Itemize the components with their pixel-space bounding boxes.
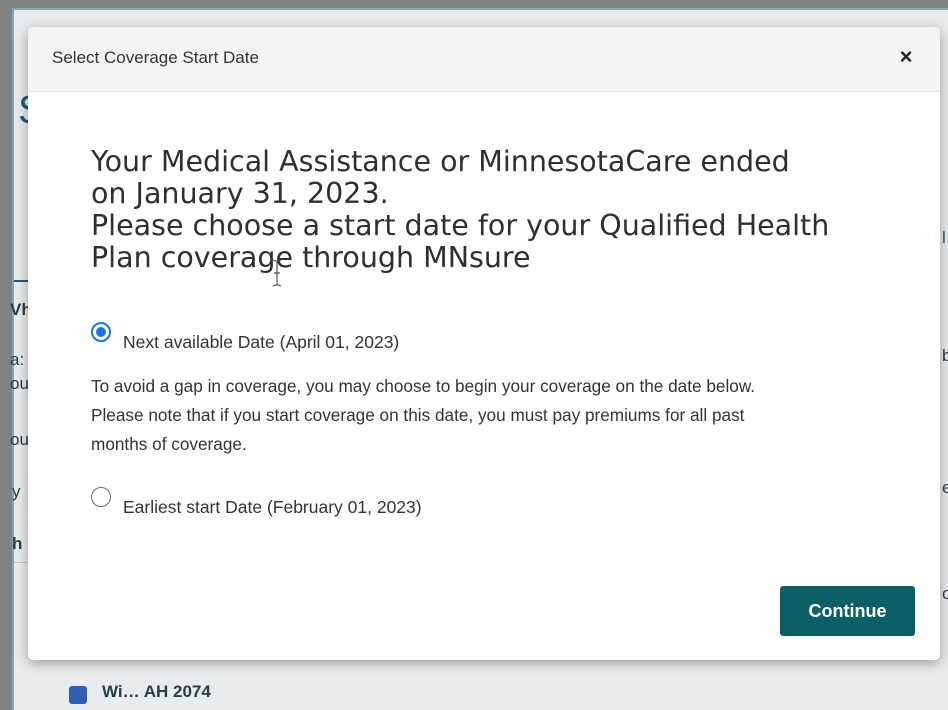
next-available-label[interactable]: Next available Date (April 01, 2023): [123, 332, 399, 353]
dialog-title: Select Coverage Start Date: [52, 48, 259, 67]
background-text: h: [12, 534, 23, 553]
background-text: b: [942, 346, 948, 365]
option-earliest-start[interactable]: Earliest start Date (February 01, 2023): [91, 487, 422, 518]
background-text: l: [942, 228, 946, 247]
continue-button[interactable]: Continue: [780, 586, 915, 636]
background-text: e: [942, 478, 948, 497]
note-line: To avoid a gap in coverage, you may choo…: [91, 376, 756, 396]
dialog-headline: Your Medical Assistance or MinnesotaCare…: [91, 146, 911, 274]
background-text: ou: [10, 430, 29, 449]
next-available-radio[interactable]: [91, 322, 111, 342]
earliest-start-label[interactable]: Earliest start Date (February 01, 2023): [123, 497, 422, 518]
headline-line: Please choose a start date for your Qual…: [91, 209, 830, 242]
coverage-start-date-dialog: Select Coverage Start Date × Your Medica…: [28, 27, 940, 660]
background-text: o: [942, 584, 948, 603]
headline-line: Your Medical Assistance or MinnesotaCare…: [91, 145, 790, 178]
close-button[interactable]: ×: [896, 45, 916, 69]
background-checkbox: [69, 686, 87, 704]
earliest-start-radio[interactable]: [91, 487, 111, 507]
gap-coverage-note: To avoid a gap in coverage, you may choo…: [91, 372, 921, 459]
dialog-header: Select Coverage Start Date ×: [28, 27, 940, 92]
headline-line: on January 31, 2023.: [91, 177, 389, 210]
background-text: ou: [10, 374, 29, 393]
text-cursor-icon: [272, 259, 282, 287]
note-line: Please note that if you start coverage o…: [91, 405, 745, 425]
background-text: y: [12, 482, 21, 501]
headline-line: Plan coverage through MNsure: [91, 241, 531, 274]
background-text: a:: [10, 350, 25, 369]
close-icon[interactable]: ×: [900, 44, 913, 69]
note-line: months of coverage.: [91, 434, 247, 454]
option-next-available[interactable]: Next available Date (April 01, 2023): [91, 322, 399, 353]
background-text: Wi… AH 2074: [102, 682, 211, 701]
